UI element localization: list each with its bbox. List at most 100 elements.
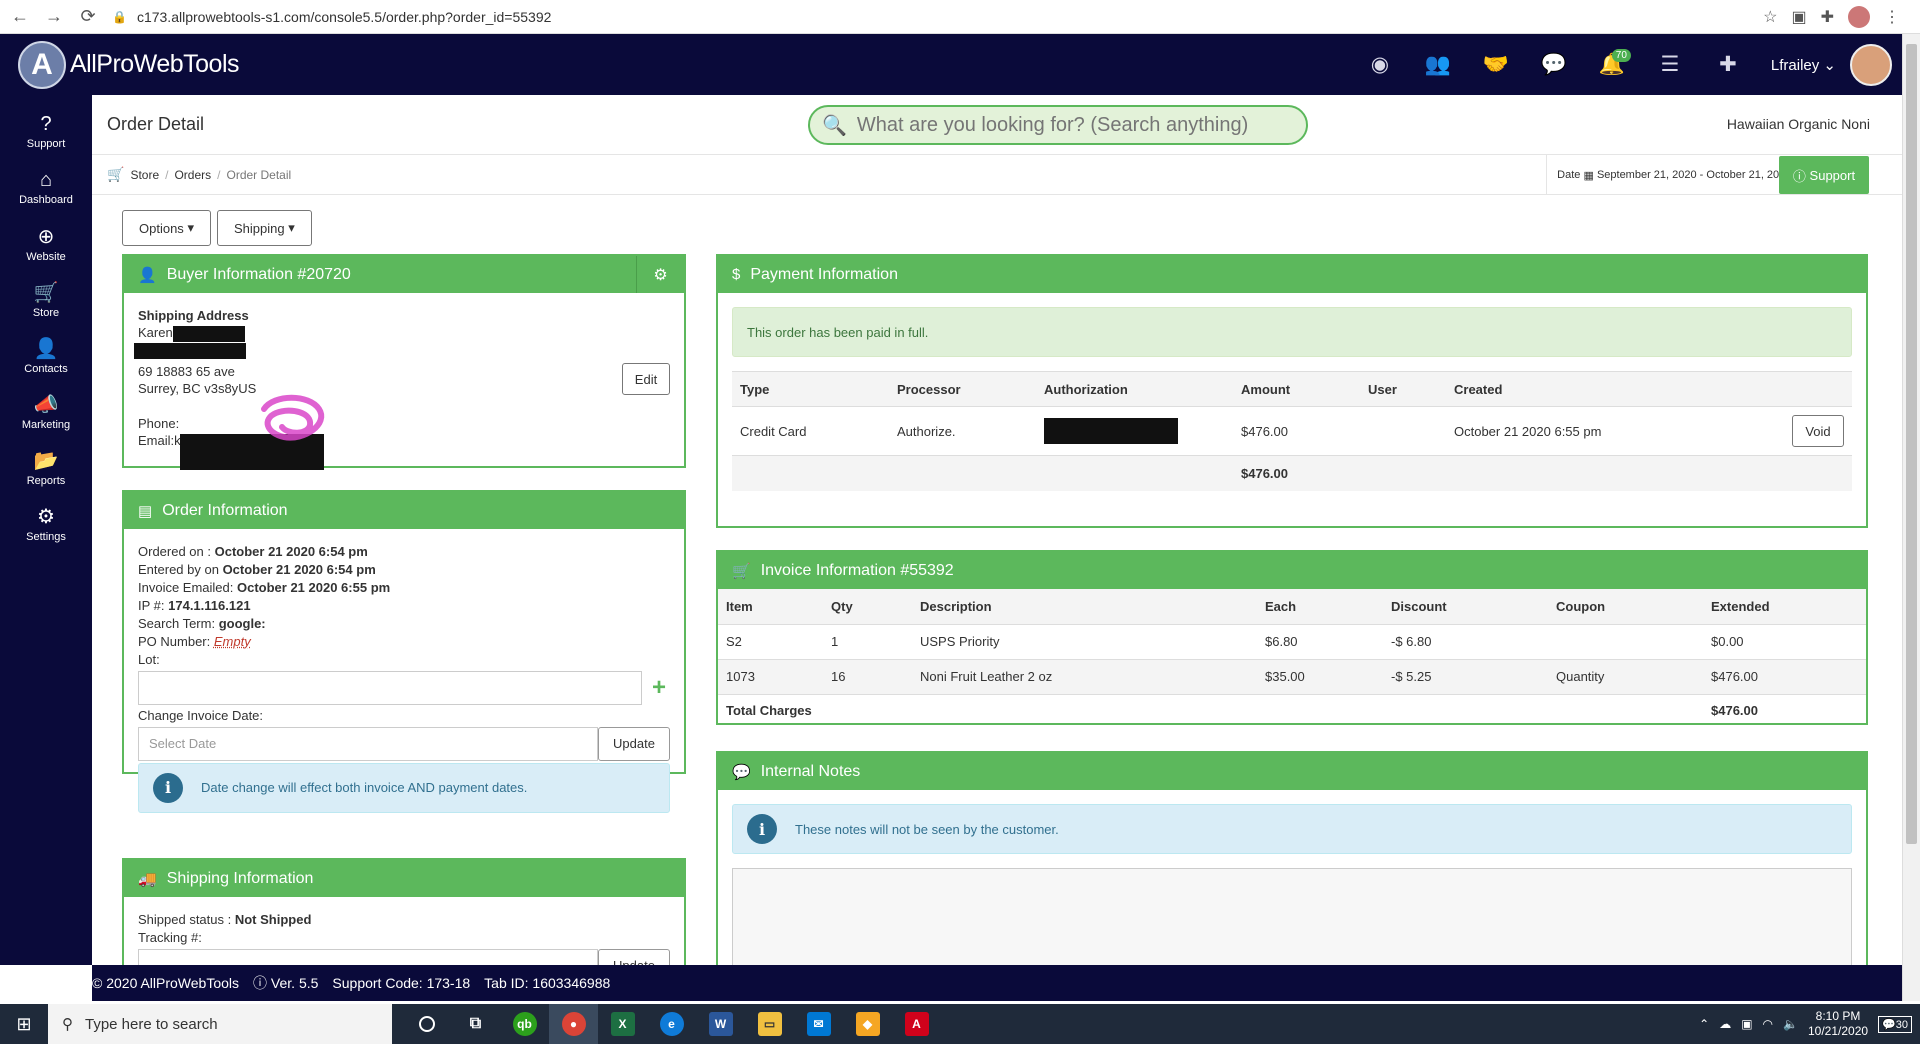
clock[interactable]: 8:10 PM 10/21/2020	[1808, 1009, 1868, 1039]
sidebar-item-reports[interactable]: 📂 Reports	[0, 439, 92, 495]
chevron-up-icon[interactable]: ⌃	[1699, 1017, 1709, 1031]
column-header: Discount	[1391, 598, 1447, 614]
global-search[interactable]: 🔍	[808, 105, 1308, 145]
options-dropdown-button[interactable]: Options ▾	[122, 210, 211, 246]
search-input[interactable]	[856, 113, 1277, 137]
notification-center-icon[interactable]: 💬30	[1878, 1015, 1912, 1033]
update-tracking-button[interactable]: Update	[598, 949, 670, 965]
bell-icon[interactable]: 🔔 70	[1583, 45, 1641, 85]
panel-header: 👤 Buyer Information #20720 ⚙	[124, 256, 684, 293]
info-icon: i	[747, 814, 777, 844]
sidebar-item-label: Marketing	[21, 418, 71, 431]
copyright: © 2020 AllProWebTools	[92, 975, 240, 991]
wifi-icon[interactable]: ◠	[1763, 1017, 1773, 1031]
word-icon[interactable]: W	[696, 1004, 745, 1044]
eye-icon[interactable]: ◉	[1351, 45, 1409, 85]
back-icon[interactable]: ←	[6, 3, 34, 31]
users-icon[interactable]: 👥	[1409, 45, 1467, 85]
logo[interactable]: A AllProWebTools	[18, 40, 240, 89]
gear-icon[interactable]: ⚙	[636, 256, 684, 293]
payment-amount: $476.00	[1241, 423, 1288, 439]
payment-type: Credit Card	[740, 423, 807, 439]
url-text[interactable]: c173.allprowebtools-s1.com/console5.5/or…	[137, 9, 551, 25]
menu-dots-icon[interactable]: ⋮	[1884, 7, 1900, 27]
ordered-on-value: October 21 2020 6:54 pm	[214, 544, 368, 559]
ordered-on-label: Ordered on :	[138, 544, 215, 559]
po-number-line: PO Number: Empty	[138, 633, 670, 651]
panel-header: 🚚 Shipping Information	[124, 860, 684, 897]
security-icon[interactable]: ▣	[1741, 1017, 1752, 1031]
cortana-icon[interactable]	[402, 1004, 451, 1044]
edit-buyer-button[interactable]: Edit	[622, 363, 670, 395]
task-view-icon[interactable]: ⧉	[451, 1004, 500, 1044]
breadcrumb-orders[interactable]: Orders	[174, 168, 211, 182]
sidebar-item-settings[interactable]: ⚙ Settings	[0, 495, 92, 551]
acrobat-icon[interactable]: A	[892, 1004, 941, 1044]
column-header: Item	[726, 598, 753, 614]
cart-icon: 🛒	[33, 281, 59, 304]
page-title: Order Detail	[107, 114, 205, 134]
sidebar: ? Support ⌂ Dashboard ⊕ Website 🛒 Store 👤 Con…	[0, 95, 92, 965]
void-button[interactable]: Void	[1792, 415, 1844, 447]
excel-icon[interactable]: X	[598, 1004, 647, 1044]
notification-center-count: 30	[1895, 1018, 1908, 1031]
tasks-icon[interactable]: ☰	[1641, 45, 1699, 85]
mail-icon[interactable]: ✉	[794, 1004, 843, 1044]
payment-authorization	[1036, 407, 1233, 456]
invoice-title: Invoice Information #55392	[760, 561, 954, 579]
support-button[interactable]: ⓘ Support	[1779, 156, 1869, 194]
sidebar-item-label: Settings	[26, 530, 66, 543]
taskbar-search[interactable]: ⚲ Type here to search	[48, 1004, 392, 1044]
extension-icon[interactable]: ▣	[1791, 7, 1806, 27]
sidebar-item-contacts[interactable]: 👤 Contacts	[0, 327, 92, 383]
system-tray: ⌃ ☁ ▣ ◠ 🔈 8:10 PM 10/21/2020 💬30	[1699, 1009, 1912, 1039]
reload-icon[interactable]: ⟳	[74, 3, 102, 31]
sidebar-item-store[interactable]: 🛒 Store	[0, 271, 92, 327]
breadcrumb-bar: 🛒 Store / Orders / Order Detail Date ▦ S…	[92, 155, 1902, 195]
internal-notes-textarea[interactable]	[732, 868, 1852, 965]
sidebar-item-dashboard[interactable]: ⌂ Dashboard	[0, 159, 92, 215]
column-header: Created	[1454, 381, 1503, 397]
caret-down-icon: ▾	[288, 220, 295, 235]
puzzle-icon[interactable]: ✚	[1821, 7, 1834, 27]
scrollbar-thumb[interactable]	[1906, 44, 1917, 844]
plus-icon[interactable]: ✚	[1699, 45, 1757, 85]
handshake-icon[interactable]: 🤝	[1467, 45, 1525, 85]
redaction-row	[134, 342, 670, 360]
update-date-button[interactable]: Update	[598, 727, 670, 761]
sidebar-item-marketing[interactable]: 📣 Marketing	[0, 383, 92, 439]
forward-icon[interactable]: →	[40, 3, 68, 31]
cloud-icon[interactable]: ☁	[1719, 1017, 1731, 1031]
caret-down-icon: ▾	[187, 220, 194, 235]
profile-avatar-icon[interactable]	[1848, 5, 1870, 28]
add-lot-plus-icon[interactable]: +	[652, 676, 666, 700]
sidebar-item-support[interactable]: ? Support	[0, 103, 92, 159]
void-label: Void	[1805, 423, 1831, 439]
search-term-value: google:	[218, 616, 266, 631]
version-text: Ver. 5.5	[270, 975, 319, 991]
date-range-picker[interactable]: Date ▦ September 21, 2020 - October 21, …	[1546, 155, 1800, 195]
chrome-icon[interactable]: ●	[549, 1004, 598, 1044]
page-scrollbar[interactable]	[1902, 34, 1920, 1001]
tracking-input[interactable]	[138, 949, 598, 965]
date-range-value: September 21, 2020 - October 21, 2020	[1596, 169, 1792, 181]
chat-icon[interactable]: 💬	[1525, 45, 1583, 85]
user-avatar[interactable]	[1850, 43, 1892, 86]
sidebar-item-website[interactable]: ⊕ Website	[0, 215, 92, 271]
file-explorer-icon[interactable]: ▭	[745, 1004, 794, 1044]
quickbooks-icon[interactable]: qb	[500, 1004, 549, 1044]
user-icon: 👤	[33, 337, 59, 360]
windows-start-icon[interactable]: ⊞	[0, 1004, 48, 1044]
shipping-dropdown-button[interactable]: Shipping ▾	[216, 210, 312, 246]
invoice-date-input[interactable]: Select Date	[138, 727, 598, 761]
lot-input[interactable]	[138, 671, 642, 705]
app-icon[interactable]: ◆	[843, 1004, 892, 1044]
column-header: Each	[1265, 598, 1297, 614]
user-menu[interactable]: Lfrailey ⌄	[1771, 56, 1836, 74]
volume-icon[interactable]: 🔈	[1783, 1017, 1798, 1031]
bookmark-star-icon[interactable]: ☆	[1763, 7, 1777, 27]
breadcrumb-store[interactable]: Store	[130, 168, 159, 182]
edge-icon[interactable]: e	[647, 1004, 696, 1044]
address-bar[interactable]: 🔒 c173.allprowebtools-s1.com/console5.5/…	[112, 4, 1763, 30]
po-number-editable[interactable]: Empty	[214, 634, 251, 649]
